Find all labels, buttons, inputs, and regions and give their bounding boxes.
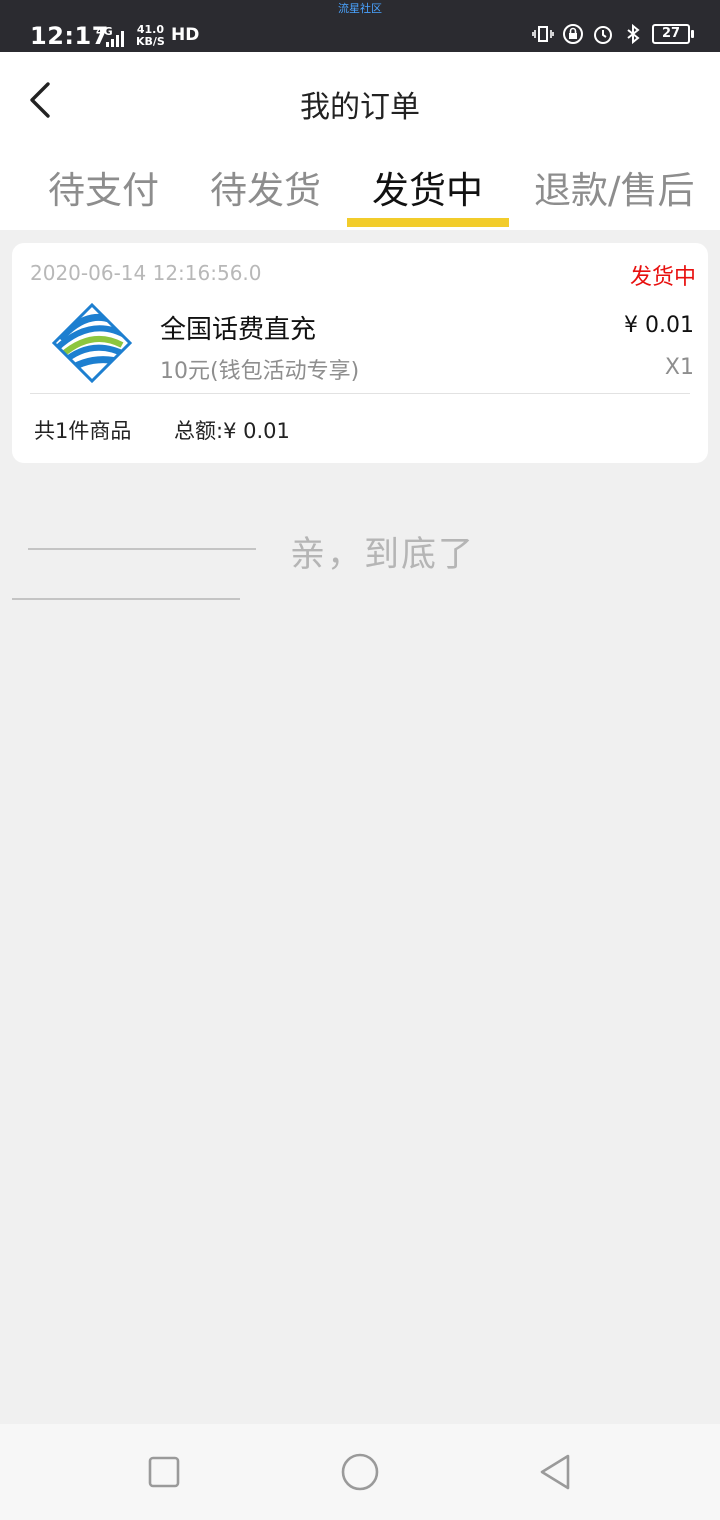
home-icon[interactable] (340, 1452, 380, 1492)
order-date: 2020-06-14 12:16:56.0 (30, 261, 262, 285)
end-of-list-text: 亲，到底了 (290, 535, 476, 575)
network-type: 4G (96, 26, 126, 47)
tab-pending-shipment[interactable]: 待发货 (210, 160, 321, 230)
tab-refund-aftersale[interactable]: 退款/售后 (534, 160, 694, 230)
vibrate-icon (532, 26, 554, 42)
navigation-bar (0, 1424, 720, 1520)
active-tab-indicator (347, 218, 509, 227)
network-speed: 41.0 KB/S (136, 23, 165, 48)
order-card[interactable]: 2020-06-14 12:16:56.0 发货中 全国话费直充 10元(钱包活… (12, 243, 708, 463)
page-title: 我的订单 (300, 90, 420, 125)
order-status: 发货中 (629, 265, 696, 290)
lock-rotation-icon (563, 24, 583, 44)
product-quantity: X1 (664, 355, 694, 380)
hd-badge: HD (171, 25, 200, 45)
status-bar: 流星社区 12:17 4G 41.0 KB/S HD 27 (0, 0, 720, 52)
recent-apps-icon[interactable] (144, 1452, 184, 1492)
item-count: 共1件商品 (34, 419, 132, 443)
end-divider-line (28, 548, 256, 550)
bluetooth-icon (627, 23, 640, 45)
order-total: 总额:¥ 0.01 (174, 419, 290, 443)
product-price: ¥ 0.01 (624, 313, 694, 338)
card-divider (30, 393, 690, 394)
product-name: 全国话费直充 (160, 315, 317, 345)
battery-icon: 27 (652, 24, 694, 44)
tab-pending-payment[interactable]: 待支付 (48, 160, 159, 230)
status-top-label: 流星社区 (338, 2, 382, 15)
product-description: 10元(钱包活动专享) (160, 359, 360, 384)
page-header: 我的订单 待支付 待发货 发货中 退款/售后 (0, 52, 720, 230)
back-triangle-icon[interactable] (536, 1452, 576, 1492)
china-mobile-logo-icon (52, 303, 132, 383)
alarm-icon (594, 26, 612, 44)
end-divider-line (12, 598, 240, 600)
